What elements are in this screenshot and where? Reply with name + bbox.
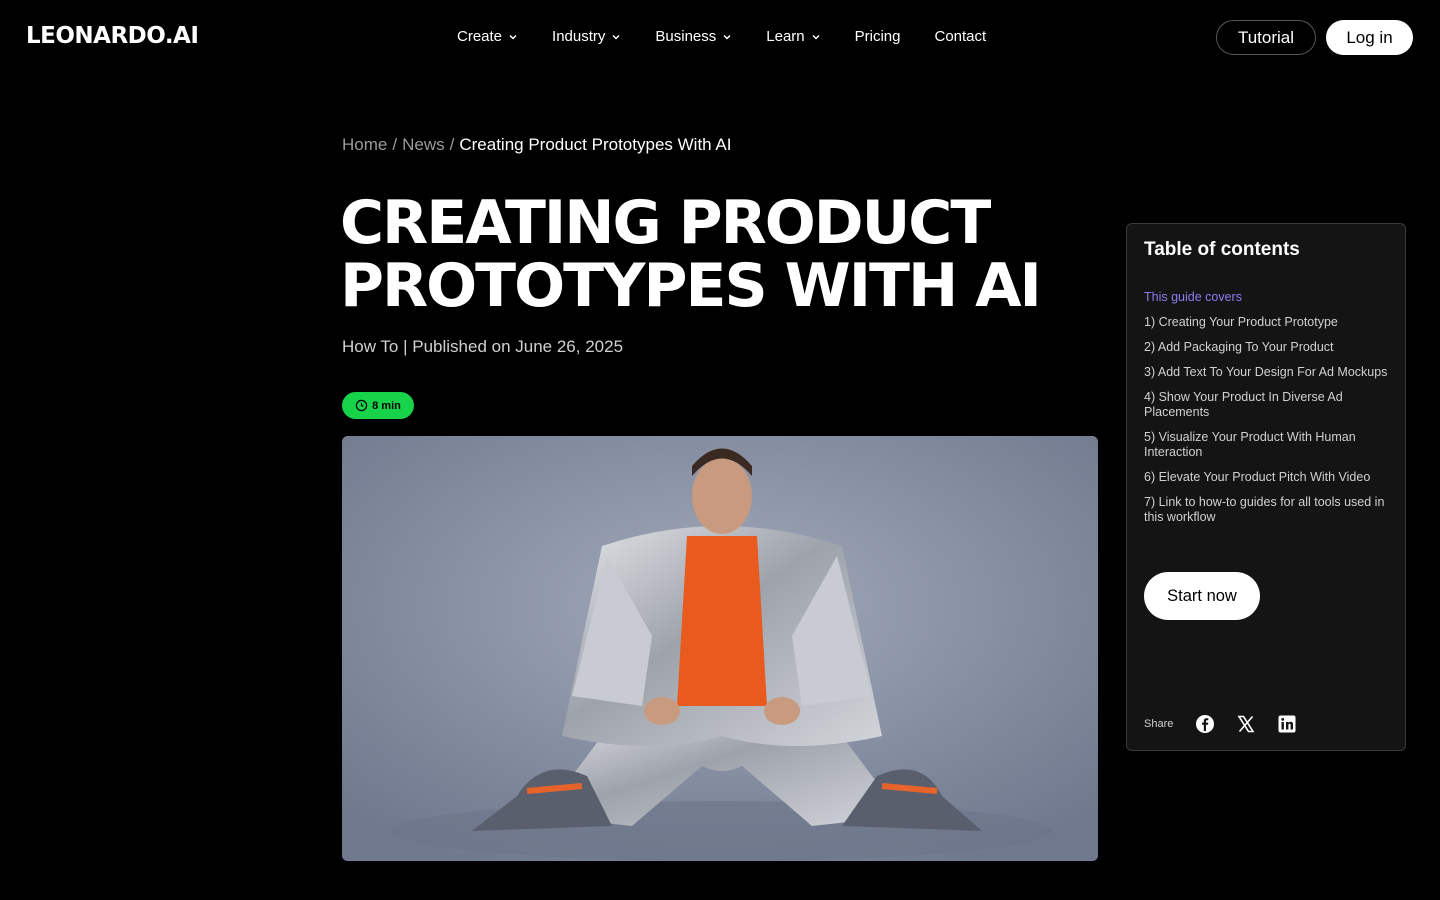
breadcrumb-separator: / [392,135,398,154]
chevron-down-icon [611,32,621,42]
site-header: LEONARDO.AI Create Industry Business Lea… [0,0,1440,76]
nav-item-label: Pricing [854,28,901,45]
nav-item-label: Contact [934,28,987,45]
nav-item-label: Create [457,28,503,45]
toc-item-1[interactable]: 1) Creating Your Product Prototype [1144,315,1394,330]
toc-list: This guide covers 1) Creating Your Produ… [1144,290,1394,535]
page-title: Creating Product Prototypes With AI [340,188,1042,321]
chevron-down-icon [508,32,518,42]
toc-title: Table of contents [1144,239,1300,260]
chevron-down-icon [811,32,821,42]
main-nav: Create Industry Business Learn Pricing C… [457,28,1020,45]
toc-item-7[interactable]: 7) Link to how-to guides for all tools u… [1144,495,1394,525]
read-time-label: 8 min [372,399,401,412]
toc-item-6[interactable]: 6) Elevate Your Product Pitch With Video [1144,470,1394,485]
breadcrumb: Home / News / Creating Product Prototype… [342,135,731,155]
share-label: Share [1144,718,1174,730]
nav-item-industry[interactable]: Industry [552,28,621,45]
nav-item-pricing[interactable]: Pricing [855,28,901,45]
toc-item-intro[interactable]: This guide covers [1144,290,1394,305]
nav-item-label: Industry [552,28,606,45]
toc-item-2[interactable]: 2) Add Packaging To Your Product [1144,340,1394,355]
read-time-badge: 8 min [342,392,414,419]
login-button[interactable]: Log in [1326,20,1413,55]
nav-item-label: Learn [766,28,805,45]
toc-item-3[interactable]: 3) Add Text To Your Design For Ad Mockup… [1144,365,1394,380]
nav-item-contact[interactable]: Contact [935,28,987,45]
toc-item-5[interactable]: 5) Visualize Your Product With Human Int… [1144,430,1394,460]
nav-item-learn[interactable]: Learn [766,28,820,45]
logo[interactable]: LEONARDO.AI [26,23,199,49]
nav-item-create[interactable]: Create [457,28,518,45]
x-icon[interactable] [1236,714,1256,734]
article-meta: How To | Published on June 26, 2025 [342,337,624,356]
breadcrumb-separator: / [449,135,455,154]
toc-item-4[interactable]: 4) Show Your Product In Diverse Ad Place… [1144,390,1394,420]
table-of-contents: Table of contents This guide covers 1) C… [1126,223,1406,751]
start-now-button[interactable]: Start now [1144,572,1260,620]
chevron-down-icon [722,32,732,42]
hero-image [342,436,1098,861]
breadcrumb-current: Creating Product Prototypes With AI [459,135,732,154]
facebook-icon[interactable] [1195,714,1215,734]
tutorial-button[interactable]: Tutorial [1216,20,1316,55]
nav-item-business[interactable]: Business [655,28,732,45]
clock-icon [355,399,368,412]
breadcrumb-news[interactable]: News [402,135,445,155]
share-bar: Share [1144,714,1318,734]
nav-item-label: Business [655,28,717,45]
linkedin-icon[interactable] [1277,714,1297,734]
breadcrumb-home[interactable]: Home [342,135,387,155]
